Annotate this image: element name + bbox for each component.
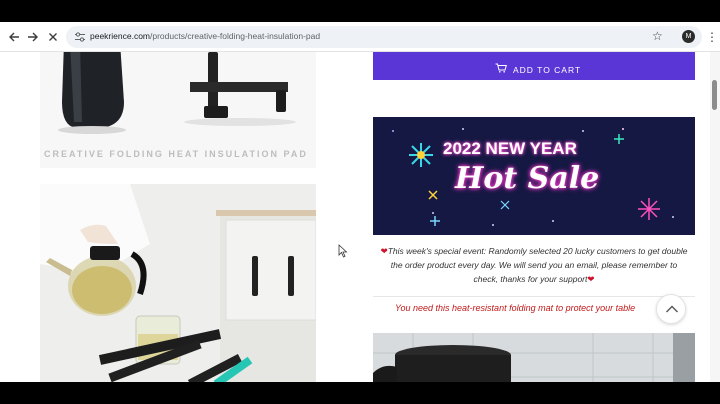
back-to-top-button[interactable] xyxy=(656,294,686,324)
scrollbar-thumb[interactable] xyxy=(712,80,717,110)
url-text: peekrience.com/products/creative-folding… xyxy=(90,31,320,41)
tune-icon[interactable] xyxy=(74,31,86,43)
forward-arrow-icon[interactable] xyxy=(25,29,41,45)
add-to-cart-button[interactable]: ADD TO CART xyxy=(373,52,695,80)
url-host: peekrience.com xyxy=(90,31,151,41)
mouse-pointer-icon xyxy=(338,244,348,258)
browser-window: peekrience.com/products/creative-folding… xyxy=(0,22,720,382)
product-pitch-text: You need this heat-resistant folding mat… xyxy=(395,303,636,313)
image-caption: CREATIVE FOLDING HEAT INSULATION PAD xyxy=(44,149,308,159)
banner-sale-text: Hot Sale xyxy=(455,161,600,196)
back-arrow-icon[interactable] xyxy=(6,29,22,45)
heart-icon: ❤ xyxy=(587,274,595,284)
profile-avatar[interactable]: M xyxy=(682,30,695,43)
cart-icon xyxy=(495,63,507,73)
promo-text: ❤This week's special event: Randomly sel… xyxy=(378,244,690,286)
teapot-photo xyxy=(40,184,316,382)
pot-photo xyxy=(373,333,695,382)
chevron-up-icon xyxy=(666,305,678,313)
browser-toolbar: peekrience.com/products/creative-folding… xyxy=(0,22,720,52)
banner-year-text: 2022 NEW YEAR xyxy=(443,139,577,158)
product-image-top: CREATIVE FOLDING HEAT INSULATION PAD xyxy=(40,52,316,168)
product-image-teapot xyxy=(40,184,316,382)
page-content: CREATIVE FOLDING HEAT INSULATION PAD ADD… xyxy=(0,52,710,382)
new-year-sale-banner[interactable]: 2022 NEW YEAR Hot Sale xyxy=(373,117,695,235)
kebab-menu-icon[interactable]: ⋮ xyxy=(706,29,718,45)
address-bar[interactable]: peekrience.com/products/creative-folding… xyxy=(66,26,702,48)
add-to-cart-label: ADD TO CART xyxy=(513,65,582,75)
star-icon[interactable]: ☆ xyxy=(652,29,663,43)
close-icon[interactable] xyxy=(45,29,61,45)
product-image-pot xyxy=(373,333,695,382)
heart-icon: ❤ xyxy=(380,246,388,256)
section-divider xyxy=(373,296,695,297)
promo-message: This week's special event: Randomly sele… xyxy=(387,246,688,284)
url-path: /products/creative-folding-heat-insulati… xyxy=(150,31,321,41)
